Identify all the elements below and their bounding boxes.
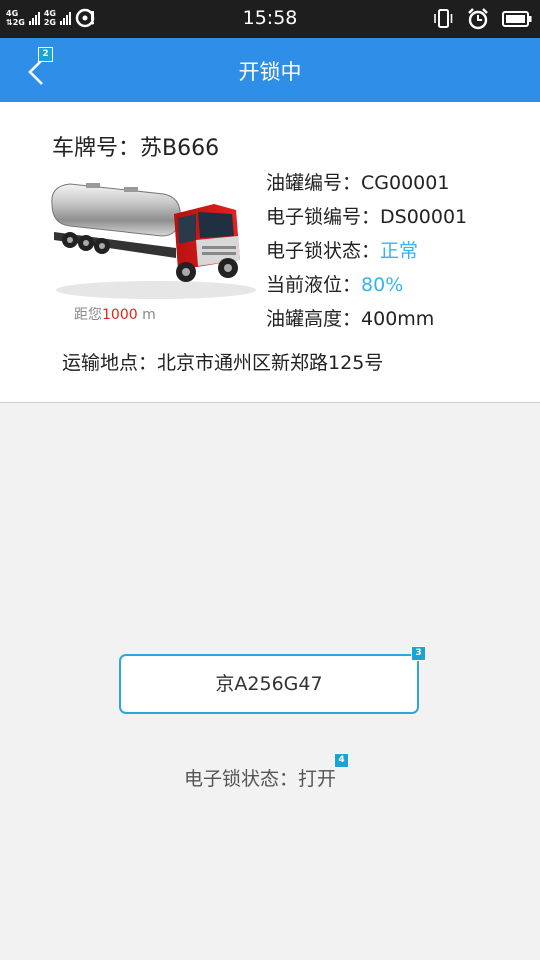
- transport-address: 运输地点：北京市通州区新郑路125号: [62, 348, 383, 375]
- lock-status-value: 打开: [298, 768, 337, 790]
- lock-status-text: 电子锁状态：打开: [0, 764, 520, 791]
- system-icons: [432, 7, 532, 31]
- tank-height: 油罐高度：400mm: [266, 304, 434, 331]
- plate-select-button[interactable]: 京A256G47: [119, 654, 419, 714]
- lock-status-badge: 4: [334, 753, 349, 768]
- tank-height-label: 油罐高度：: [266, 308, 362, 330]
- page-title: 开锁中: [238, 60, 302, 84]
- tank-number-label: 油罐编号：: [266, 172, 362, 194]
- lock-status-label: 电子锁状态：: [183, 768, 298, 790]
- lock-state: 电子锁状态：正常: [266, 236, 418, 263]
- tank-height-value: 400mm: [361, 308, 435, 330]
- distance-value: 1000: [102, 307, 138, 323]
- lock-state-value: 正常: [380, 240, 419, 262]
- app-bar: 2 开锁中: [0, 38, 540, 102]
- distance-text: 距您1000 m: [74, 304, 156, 324]
- battery-icon: [502, 11, 532, 27]
- plate-number: 车牌号：苏B666: [52, 130, 219, 162]
- plate-badge: 3: [411, 646, 426, 661]
- lock-number: 电子锁编号：DS00001: [266, 202, 467, 229]
- address-value: 北京市通州区新郑路125号: [157, 352, 384, 374]
- vehicle-info-card: 车牌号：苏B666 距您1000 m 油罐编号：CG00001 电子锁编号：DS…: [0, 102, 540, 403]
- tank-number-value: CG00001: [361, 172, 450, 194]
- liquid-level: 当前液位：80%: [266, 270, 403, 297]
- alarm-icon: [468, 8, 488, 30]
- lock-state-label: 电子锁状态：: [266, 240, 381, 262]
- plate-value: 苏B666: [140, 136, 220, 161]
- plate-label: 车牌号：: [52, 136, 141, 161]
- lock-number-label: 电子锁编号：: [266, 206, 381, 228]
- tanker-truck-image: [51, 183, 256, 299]
- tank-number: 油罐编号：CG00001: [266, 168, 449, 195]
- status-bar: 4G ⇅2G 4G 2G 15:58: [0, 0, 540, 38]
- liquid-level-value: 80%: [361, 274, 404, 296]
- liquid-level-label: 当前液位：: [266, 274, 362, 296]
- lock-number-value: DS00001: [380, 206, 468, 228]
- vibrate-icon: [434, 9, 453, 28]
- address-label: 运输地点：: [62, 352, 158, 374]
- distance-prefix: 距您: [74, 307, 102, 323]
- distance-unit: m: [137, 307, 156, 323]
